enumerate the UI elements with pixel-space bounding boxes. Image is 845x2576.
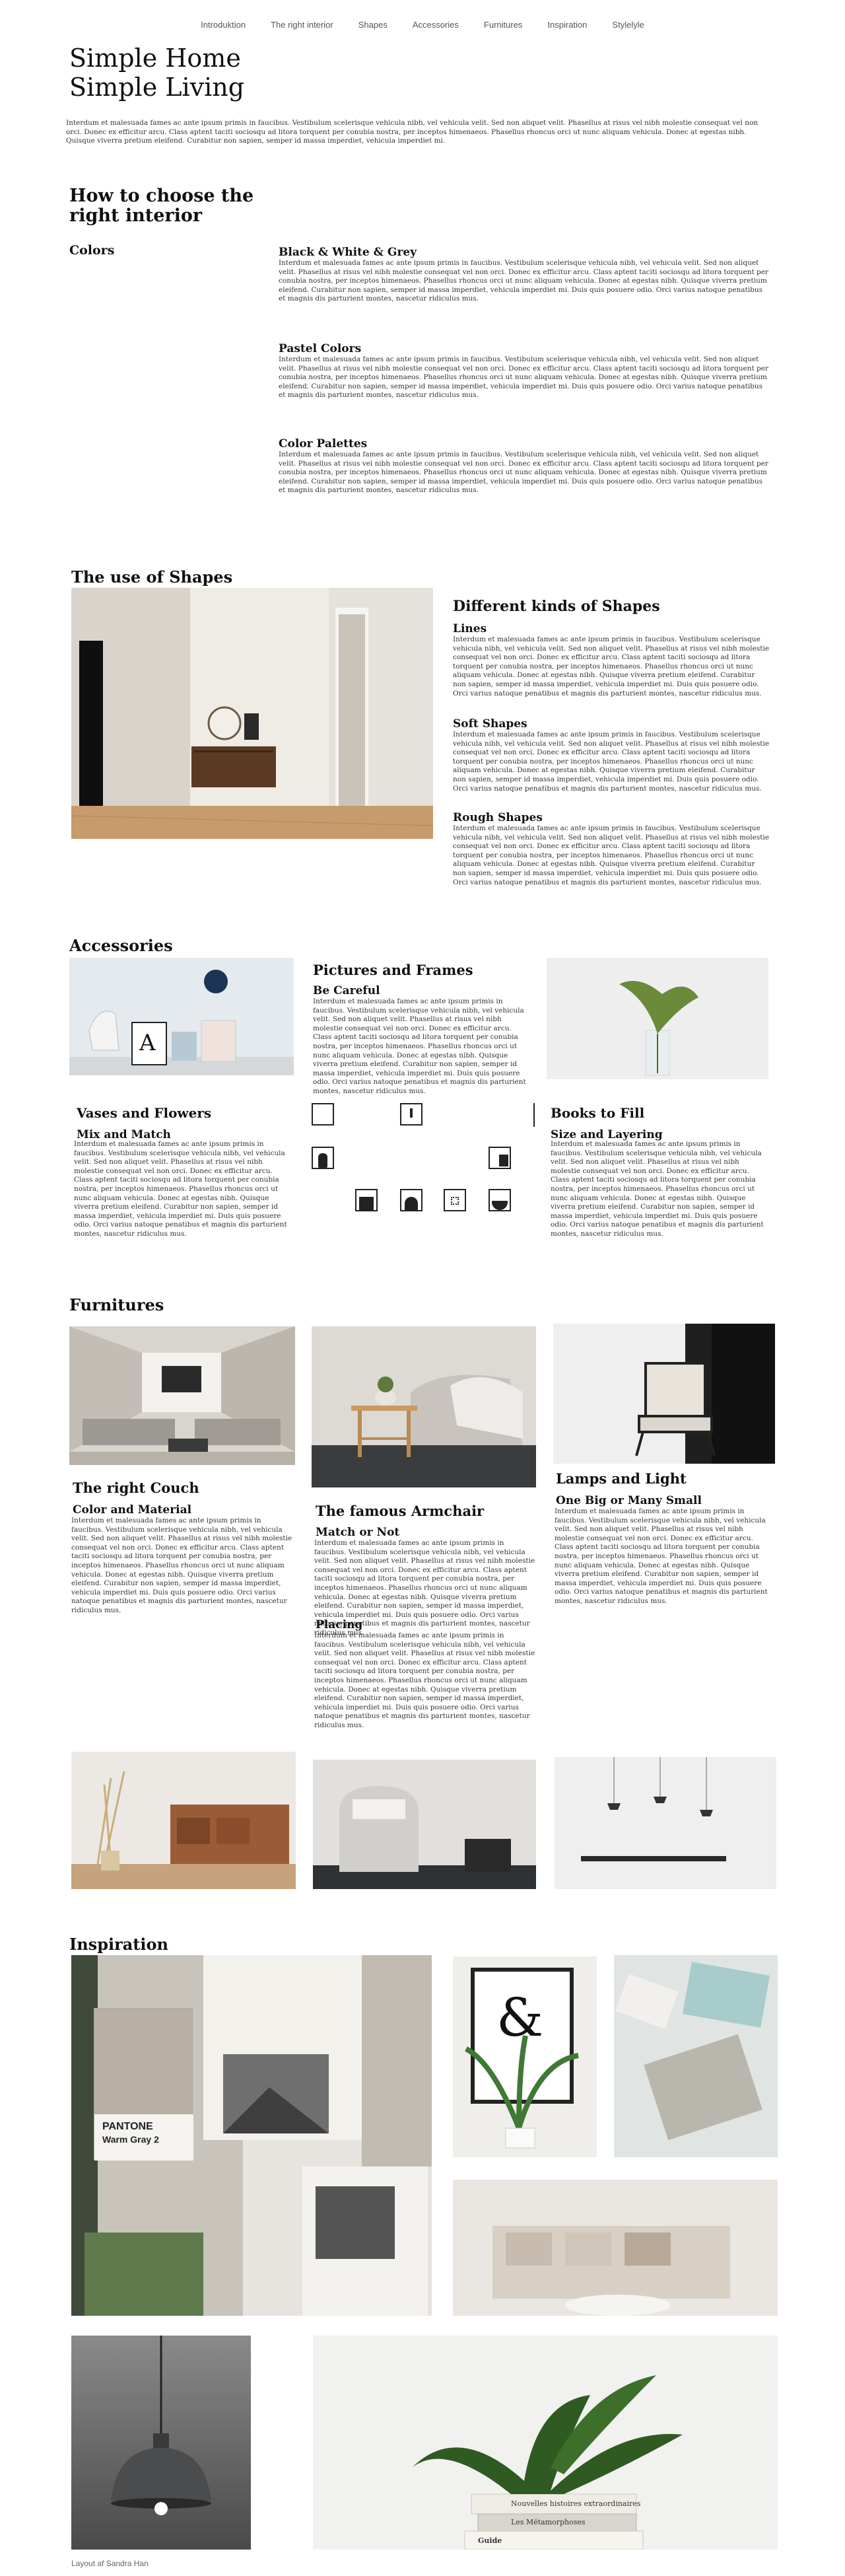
choose-title-line1: How to choose the	[69, 186, 254, 206]
room-photo	[71, 588, 433, 839]
room-illustration	[71, 588, 433, 839]
books-plant-photo: Nouvelles histoires extraordinaires Les …	[313, 2336, 778, 2550]
color-item-title: Pastel Colors	[279, 342, 362, 355]
color-item-text: Interdum et malesuada fames ac ante ipsu…	[279, 355, 768, 400]
pot-icon	[355, 1189, 378, 1211]
nav-shapes[interactable]: Shapes	[358, 20, 388, 30]
nav-furnitures[interactable]: Furnitures	[484, 20, 523, 30]
color-item-title: Black & White & Grey	[279, 246, 417, 259]
pendant-lamp-photo	[71, 2336, 251, 2550]
shape-item-text: Interdum et malesuada fames ac ante ipsu…	[453, 731, 770, 793]
pantone-name: Warm Gray 2	[102, 2134, 159, 2145]
furnitures-title: Furnitures	[69, 1295, 164, 1314]
nav-right-interior[interactable]: The right interior	[271, 20, 333, 30]
couch-text: Interdum et malesuada fames ac ante ipsu…	[71, 1517, 292, 1614]
pictures-sub: Be Careful	[313, 984, 380, 997]
pictures-text: Interdum et malesuada fames ac ante ipsu…	[313, 997, 526, 1095]
nav-accessories[interactable]: Accessories	[413, 20, 459, 30]
vase-icon	[400, 1103, 422, 1126]
pantone-swatch: PANTONE Warm Gray 2	[94, 2008, 193, 2161]
armchair-photo	[553, 1324, 775, 1464]
shape-item-title: Soft Shapes	[453, 717, 527, 731]
hero-title-line1: Simple Home	[69, 44, 241, 73]
hero-title: Simple Home Simple Living	[69, 44, 244, 102]
bowl-icon	[489, 1189, 511, 1211]
book1-title: Nouvelles histoires extraordinaires	[511, 2499, 641, 2508]
nav-inspiration[interactable]: Inspiration	[547, 20, 587, 30]
inspiration-title: Inspiration	[69, 1935, 168, 1954]
lamps-text: Interdum et malesuada fames ac ante ipsu…	[555, 1507, 768, 1605]
shape-item-title: Rough Shapes	[453, 811, 543, 824]
couch-title: The right Couch	[73, 1480, 199, 1496]
vases-text: Interdum et malesuada fames ac ante ipsu…	[74, 1140, 287, 1238]
book2-title: Les Métamorphoses	[511, 2518, 586, 2526]
color-item-title: Color Palettes	[279, 437, 368, 450]
shapes-subtitle: Different kinds of Shapes	[453, 598, 660, 615]
leaf-vase-photo	[547, 958, 768, 1079]
placing-title: Placing	[316, 1618, 363, 1631]
color-item-text: Interdum et malesuada fames ac ante ipsu…	[279, 259, 768, 303]
bottle-icon	[312, 1147, 334, 1169]
lamps-title: Lamps and Light	[556, 1470, 687, 1487]
hero-intro: Interdum et malesuada fames ac ante ipsu…	[66, 119, 759, 145]
book3-title: Guide	[478, 2536, 502, 2545]
swatches-photo	[614, 1955, 778, 2157]
side-table-photo	[312, 1326, 536, 1487]
moodboard-photo: PANTONE Warm Gray 2	[71, 1955, 432, 2316]
nav-stylelyle[interactable]: Stylelyle	[612, 20, 644, 30]
armchair-title: The famous Armchair	[316, 1503, 485, 1519]
living-room-photo	[69, 1326, 295, 1465]
choose-title: How to choose the right interior	[69, 186, 254, 226]
vases-sub: Mix and Match	[77, 1128, 171, 1141]
books-title: Books to Fill	[551, 1105, 645, 1121]
palm-frame-photo: &	[453, 1956, 597, 2157]
pantone-brand: PANTONE	[102, 2121, 153, 2132]
books-text: Interdum et malesuada fames ac ante ipsu…	[551, 1140, 764, 1238]
lamps-sub: One Big or Many Small	[556, 1494, 702, 1507]
color-item-text: Interdum et malesuada fames ac ante ipsu…	[279, 450, 768, 495]
couch-sub: Color and Material	[73, 1503, 192, 1517]
accessories-title: Accessories	[69, 936, 173, 955]
pantone-label-area: PANTONE Warm Gray 2	[94, 2114, 193, 2161]
shape-item-text: Interdum et malesuada fames ac ante ipsu…	[453, 635, 770, 698]
footer-credit: Layout af Sandra Han	[71, 2559, 149, 2568]
chair-frames-photo: A	[69, 958, 294, 1075]
grey-armchair-photo	[313, 1760, 536, 1889]
jug-icon	[489, 1147, 511, 1169]
top-nav: Introduktion The right interior Shapes A…	[0, 20, 845, 30]
dining-lamps-photo	[555, 1757, 776, 1889]
hero-title-line2: Simple Living	[69, 73, 245, 102]
armchair-sub: Match or Not	[316, 1526, 400, 1539]
svg-text:&: &	[496, 1987, 543, 2048]
placing-text: Interdum et malesuada fames ac ante ipsu…	[314, 1631, 535, 1729]
frame-icon	[312, 1103, 334, 1126]
vases-title: Vases and Flowers	[77, 1105, 212, 1121]
colors-label: Colors	[69, 243, 115, 258]
shape-item-text: Interdum et malesuada fames ac ante ipsu…	[453, 824, 770, 886]
books-sub: Size and Layering	[551, 1128, 663, 1141]
plant-pot-icon	[400, 1189, 422, 1211]
divider-line	[533, 1103, 535, 1127]
beige-sofa-photo	[453, 2180, 778, 2316]
dotted-vase-icon	[444, 1189, 466, 1211]
shape-item-title: Lines	[453, 622, 487, 635]
nav-introduktion[interactable]: Introduktion	[201, 20, 246, 30]
svg-text:A: A	[139, 1030, 156, 1056]
brown-sofa-photo	[71, 1752, 296, 1889]
choose-title-line2: right interior	[69, 205, 203, 226]
shapes-title: The use of Shapes	[71, 567, 233, 587]
pictures-title: Pictures and Frames	[313, 962, 473, 978]
